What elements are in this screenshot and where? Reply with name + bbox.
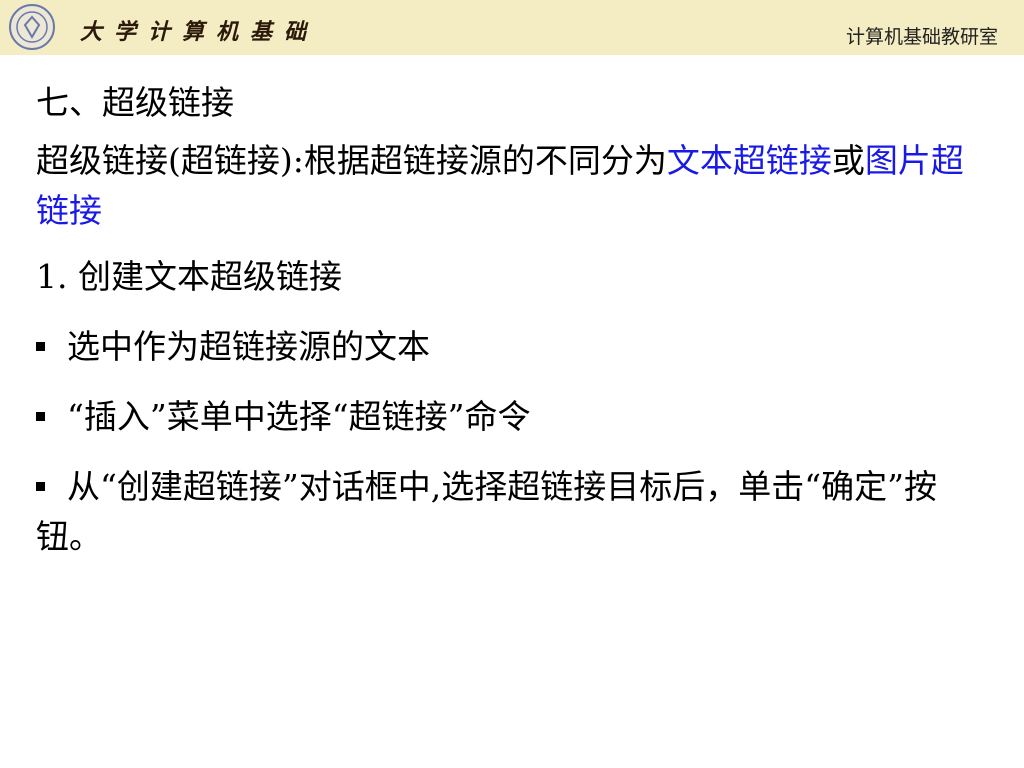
intro-paragraph: 超级链接(超链接):根据超链接源的不同分为文本超链接或图片超链接 — [36, 136, 976, 236]
university-seal-icon — [9, 4, 55, 50]
department-label: 计算机基础教研室 — [845, 26, 998, 48]
square-bullet-icon — [36, 411, 45, 421]
brand-title: 大学计算机基础 — [80, 19, 319, 45]
bullet-text: 选中作为超链接源的文本 — [67, 327, 430, 366]
subsection-heading: 1. 创建文本超级链接 — [36, 257, 342, 296]
intro-text-2: 或 — [831, 141, 865, 180]
slide-content: 七、超级链接 超级链接(超链接):根据超链接源的不同分为文本超链接或图片超链接 … — [36, 78, 976, 582]
bullet-text: “插入”菜单中选择“超链接”命令 — [67, 397, 531, 436]
section-heading: 七、超级链接 — [36, 83, 234, 122]
bullet-text: 从“创建超链接”对话框中,选择超链接目标后，单击“确定”按钮。 — [36, 467, 937, 556]
bullet-item: 从“创建超链接”对话框中,选择超链接目标后，单击“确定”按钮。 — [36, 462, 976, 562]
square-bullet-icon — [36, 481, 45, 491]
bullet-item: “插入”菜单中选择“超链接”命令 — [36, 392, 976, 442]
header-banner: 大学计算机基础 计算机基础教研室 — [0, 0, 1024, 55]
square-bullet-icon — [36, 341, 45, 351]
intro-text-1: 超级链接(超链接):根据超链接源的不同分为 — [36, 141, 667, 180]
text-hyperlink-term: 文本超链接 — [666, 141, 832, 180]
bullet-item: 选中作为超链接源的文本 — [36, 322, 976, 372]
